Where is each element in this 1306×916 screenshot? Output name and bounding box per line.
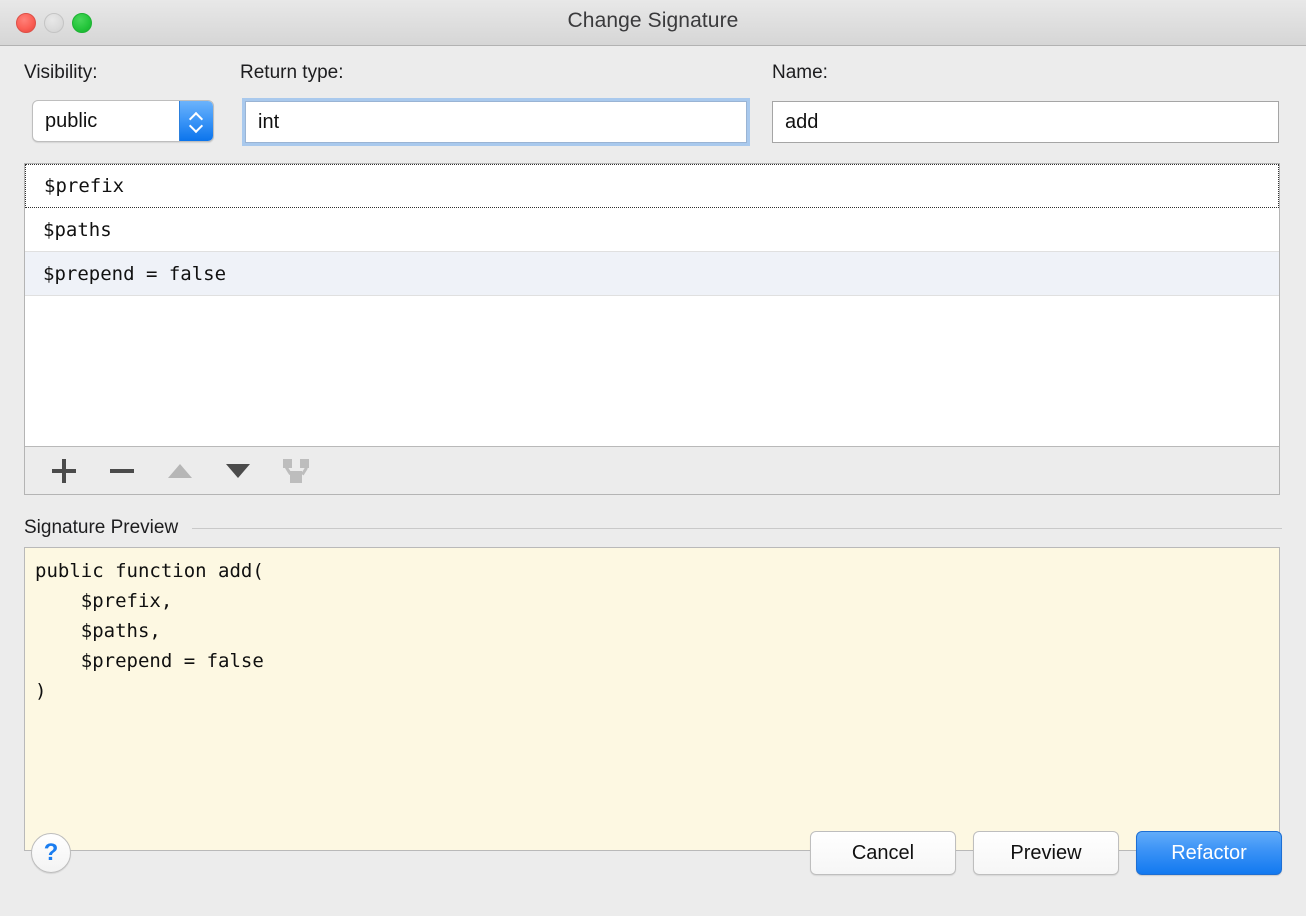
stepper-icon[interactable]: [179, 101, 213, 141]
propagate-parameters-button[interactable]: [281, 456, 311, 486]
dialog-footer: ? Cancel Preview Refactor: [0, 824, 1306, 916]
name-input[interactable]: add: [772, 101, 1279, 143]
move-parameter-down-button[interactable]: [223, 456, 253, 486]
add-parameter-button[interactable]: [49, 456, 79, 486]
signature-fields: Visibility: public Return type: int Name…: [0, 62, 1306, 162]
signature-preview-header: Signature Preview: [24, 514, 1282, 542]
minus-icon: [110, 459, 134, 483]
divider: [192, 527, 1282, 529]
parameters-panel: $prefix $paths $prepend = false: [24, 163, 1280, 495]
visibility-select[interactable]: public: [32, 100, 214, 142]
refactor-button[interactable]: Refactor: [1136, 831, 1282, 875]
visibility-label: Visibility:: [24, 62, 98, 83]
dialog-buttons: Cancel Preview Refactor: [810, 831, 1282, 875]
signature-preview-title: Signature Preview: [24, 517, 179, 538]
preview-button[interactable]: Preview: [973, 831, 1119, 875]
parameters-toolbar: [25, 446, 1279, 494]
triangle-down-icon: [226, 463, 250, 478]
table-row[interactable]: $prepend = false: [25, 252, 1279, 296]
return-type-label: Return type:: [240, 62, 344, 83]
table-row[interactable]: $paths: [25, 208, 1279, 252]
remove-parameter-button[interactable]: [107, 456, 137, 486]
window-title: Change Signature: [567, 9, 739, 32]
visibility-select-value: public: [45, 109, 98, 132]
signature-preview-code: public function add( $prefix, $paths, $p…: [24, 547, 1280, 851]
name-label: Name:: [772, 62, 828, 83]
fork-icon: [283, 458, 309, 483]
dialog-content: Visibility: public Return type: int Name…: [0, 46, 1306, 916]
plus-icon: [52, 458, 76, 483]
triangle-up-icon: [168, 463, 192, 478]
chevron-down-icon: [190, 123, 203, 130]
table-row[interactable]: $prefix: [25, 164, 1279, 208]
title-bar: Change Signature: [0, 0, 1306, 46]
change-signature-dialog: Change Signature Visibility: public Retu…: [0, 0, 1306, 916]
move-parameter-up-button[interactable]: [165, 456, 195, 486]
cancel-button[interactable]: Cancel: [810, 831, 956, 875]
help-button[interactable]: ?: [31, 833, 71, 873]
parameters-table[interactable]: $prefix $paths $prepend = false: [25, 164, 1279, 447]
return-type-input[interactable]: int: [245, 101, 747, 143]
